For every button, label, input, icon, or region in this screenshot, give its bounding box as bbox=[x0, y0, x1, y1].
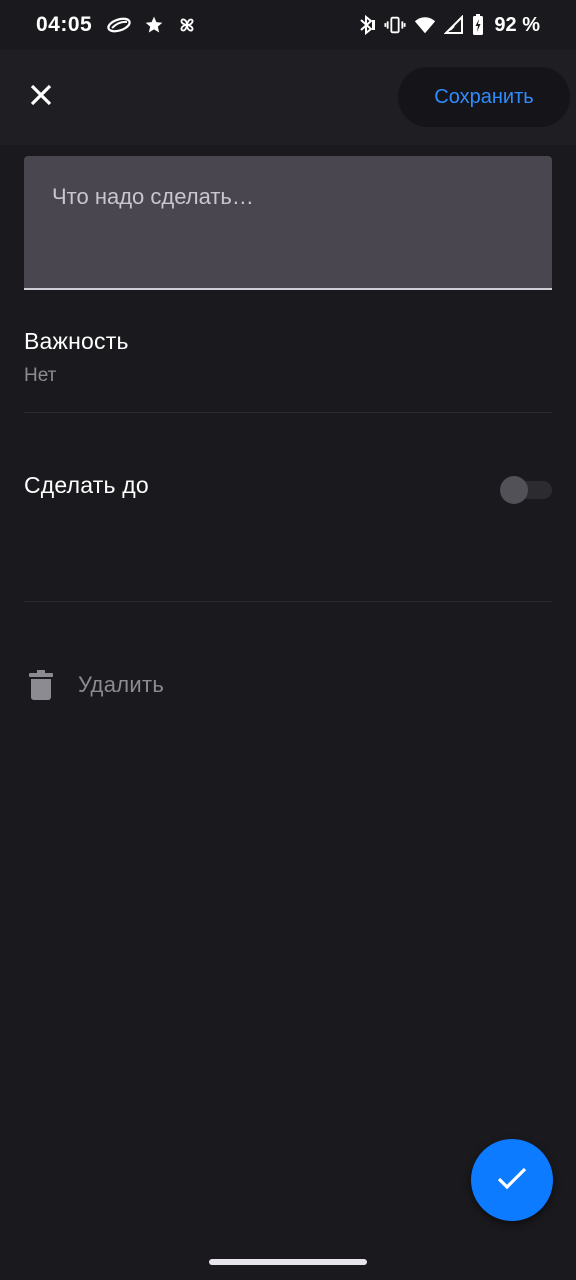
status-bar: 04:05 92 % bbox=[0, 0, 576, 50]
task-text-field[interactable] bbox=[24, 156, 552, 290]
status-left: 04:05 bbox=[36, 13, 198, 37]
importance-value: Нет bbox=[24, 365, 57, 386]
toggle-thumb bbox=[500, 476, 528, 504]
signal-icon bbox=[444, 15, 464, 35]
bluetooth-icon bbox=[358, 14, 376, 36]
check-icon bbox=[497, 1166, 527, 1195]
battery-icon bbox=[472, 14, 484, 36]
status-time: 04:05 bbox=[36, 13, 93, 36]
status-icons-left bbox=[106, 14, 198, 36]
close-button[interactable] bbox=[20, 76, 62, 118]
deadline-label: Сделать до bbox=[24, 472, 149, 498]
divider bbox=[24, 601, 552, 602]
vibrate-icon bbox=[384, 14, 406, 36]
delete-label: Удалить bbox=[78, 672, 165, 697]
delete-button[interactable]: Удалить bbox=[24, 664, 164, 706]
gesture-handle[interactable] bbox=[209, 1259, 367, 1265]
screen: 04:05 92 % Сохранить Что надо сделать… В… bbox=[0, 0, 576, 1280]
star-icon bbox=[144, 15, 164, 35]
save-button[interactable]: Сохранить bbox=[398, 67, 570, 127]
top-app-bar: Сохранить bbox=[0, 50, 576, 145]
task-input[interactable] bbox=[24, 156, 552, 288]
close-icon bbox=[29, 83, 53, 112]
confirm-fab[interactable] bbox=[471, 1139, 553, 1221]
pinwheel-icon bbox=[176, 14, 198, 36]
divider bbox=[24, 412, 552, 413]
wifi-icon bbox=[414, 15, 436, 35]
importance-selector[interactable]: Важность Нет bbox=[24, 328, 552, 398]
deadline-toggle[interactable] bbox=[500, 476, 552, 504]
importance-title: Важность bbox=[24, 328, 129, 354]
battery-percentage: 92 % bbox=[494, 13, 540, 36]
cloud-icon bbox=[106, 17, 132, 33]
trash-icon bbox=[24, 664, 58, 706]
status-right: 92 % bbox=[358, 14, 540, 37]
